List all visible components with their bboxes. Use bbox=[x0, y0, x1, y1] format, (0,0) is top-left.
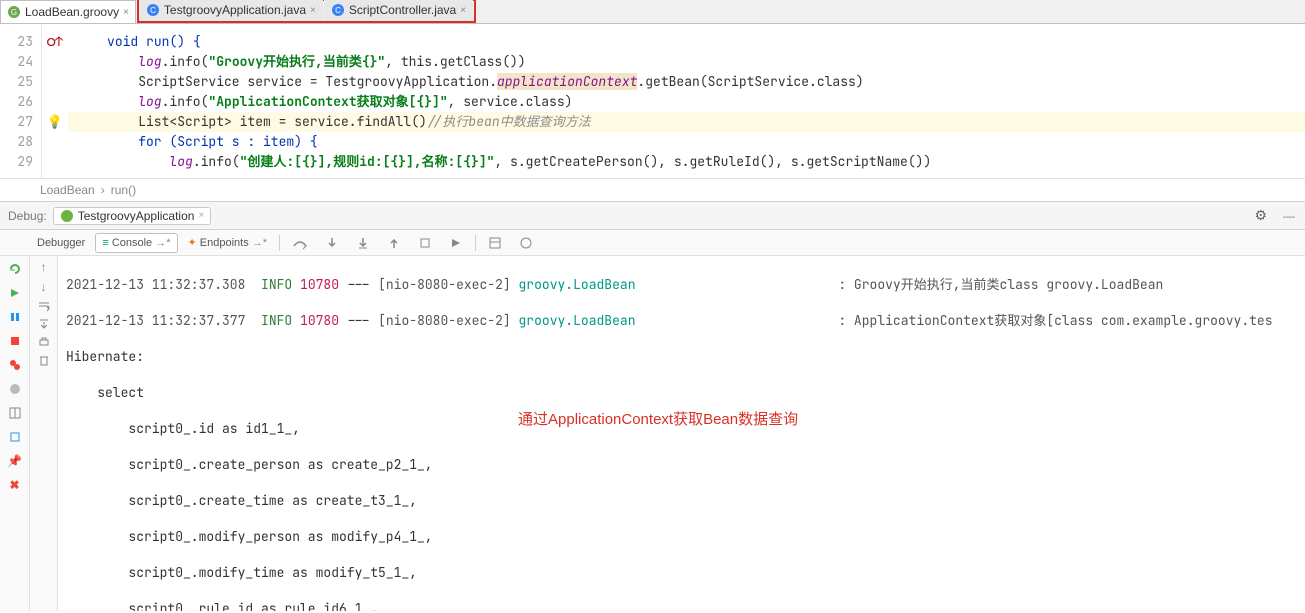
chevron-right-icon: › bbox=[101, 183, 105, 197]
settings-icon[interactable] bbox=[6, 428, 24, 446]
tab-label: ScriptController.java bbox=[349, 3, 456, 17]
editor-tabs: G LoadBean.groovy × C TestgroovyApplicat… bbox=[0, 0, 1305, 24]
class-file-icon: C bbox=[146, 3, 160, 17]
tab-script-controller[interactable]: C ScriptController.java × bbox=[324, 0, 473, 21]
line-gutter: 23242526272829 bbox=[0, 24, 42, 178]
tabs-highlight-box: C TestgroovyApplication.java × C ScriptC… bbox=[137, 0, 476, 23]
class-file-icon: C bbox=[331, 3, 345, 17]
tab-loadbean-groovy[interactable]: G LoadBean.groovy × bbox=[0, 0, 136, 23]
view-breakpoints-icon[interactable] bbox=[6, 356, 24, 374]
debug-toolbar: Debug: TestgroovyApplication × ⚙ — bbox=[0, 202, 1305, 230]
stop-icon[interactable] bbox=[6, 332, 24, 350]
debugger-tab[interactable]: Debugger bbox=[30, 233, 92, 253]
down-arrow-icon[interactable]: ↓ bbox=[41, 280, 47, 294]
code-editor[interactable]: 23242526272829 ⭘↑ 💡 void run() { log.inf… bbox=[0, 24, 1305, 178]
mute-breakpoints-icon[interactable] bbox=[6, 380, 24, 398]
breadcrumb: LoadBean › run() bbox=[0, 178, 1305, 202]
print-icon[interactable] bbox=[38, 336, 50, 348]
groovy-file-icon: G bbox=[7, 5, 21, 19]
close-icon[interactable]: × bbox=[123, 7, 129, 18]
step-out-icon[interactable] bbox=[380, 233, 408, 253]
override-indicator-icon[interactable]: ⭘↑ bbox=[47, 32, 63, 52]
scroll-end-icon[interactable] bbox=[38, 318, 50, 330]
pin-icon[interactable]: 📌 bbox=[6, 452, 24, 470]
annotation-text: 通过ApplicationContext获取Bean数据查询 bbox=[518, 411, 798, 429]
console-panel: 📌 ✖ ↑ ↓ 2021-12-13 11:32:37.308 INFO 107… bbox=[0, 256, 1305, 611]
endpoints-tab[interactable]: ✦ Endpoints →* bbox=[181, 233, 275, 253]
console-left-toolbar: ↑ ↓ bbox=[30, 256, 58, 611]
minimize-icon[interactable]: — bbox=[1283, 209, 1295, 223]
console-tab[interactable]: ≡ Console →* bbox=[95, 233, 177, 253]
breadcrumb-method[interactable]: run() bbox=[111, 183, 136, 197]
debug-config-chip[interactable]: TestgroovyApplication × bbox=[53, 207, 212, 225]
close-icon[interactable]: × bbox=[198, 210, 204, 221]
layout-icon[interactable] bbox=[6, 404, 24, 422]
evaluate-icon[interactable] bbox=[481, 233, 509, 253]
tab-label: TestgroovyApplication.java bbox=[164, 3, 306, 17]
glyph-margin: ⭘↑ 💡 bbox=[42, 24, 68, 178]
code-body[interactable]: void run() { log.info("Groovy开始执行,当前类{}"… bbox=[68, 24, 1305, 178]
force-step-into-icon[interactable] bbox=[349, 233, 377, 253]
svg-text:C: C bbox=[150, 6, 156, 15]
drop-frame-icon[interactable] bbox=[411, 233, 439, 253]
bulb-icon[interactable]: 💡 bbox=[47, 112, 63, 132]
tab-label: LoadBean.groovy bbox=[25, 5, 119, 19]
soft-wrap-icon[interactable] bbox=[37, 300, 51, 312]
step-over-icon[interactable] bbox=[285, 233, 315, 253]
breadcrumb-class[interactable]: LoadBean bbox=[40, 183, 95, 197]
step-into-icon[interactable] bbox=[318, 233, 346, 253]
trace-icon[interactable] bbox=[512, 233, 540, 253]
up-arrow-icon[interactable]: ↑ bbox=[41, 260, 47, 274]
console-output[interactable]: 2021-12-13 11:32:37.308 INFO 10780 --- [… bbox=[58, 256, 1305, 611]
debug-left-toolbar: 📌 ✖ bbox=[0, 256, 30, 611]
debug-tool-row: Debugger ≡ Console →* ✦ Endpoints →* bbox=[0, 230, 1305, 256]
gear-icon[interactable]: ⚙ bbox=[1254, 207, 1267, 224]
spring-icon bbox=[60, 209, 74, 223]
rerun-icon[interactable] bbox=[6, 260, 24, 278]
pause-icon[interactable] bbox=[6, 308, 24, 326]
close-icon[interactable]: × bbox=[310, 5, 316, 16]
svg-text:C: C bbox=[335, 6, 341, 15]
close-icon[interactable]: ✖ bbox=[6, 476, 24, 494]
clear-icon[interactable] bbox=[38, 354, 50, 366]
close-icon[interactable]: × bbox=[460, 5, 466, 16]
svg-text:G: G bbox=[11, 8, 17, 17]
debug-config-name: TestgroovyApplication bbox=[78, 209, 195, 223]
run-to-cursor-icon[interactable] bbox=[442, 233, 470, 253]
resume-icon[interactable] bbox=[6, 284, 24, 302]
tab-testgroovy-application[interactable]: C TestgroovyApplication.java × bbox=[139, 0, 323, 21]
debug-label: Debug: bbox=[8, 209, 47, 223]
